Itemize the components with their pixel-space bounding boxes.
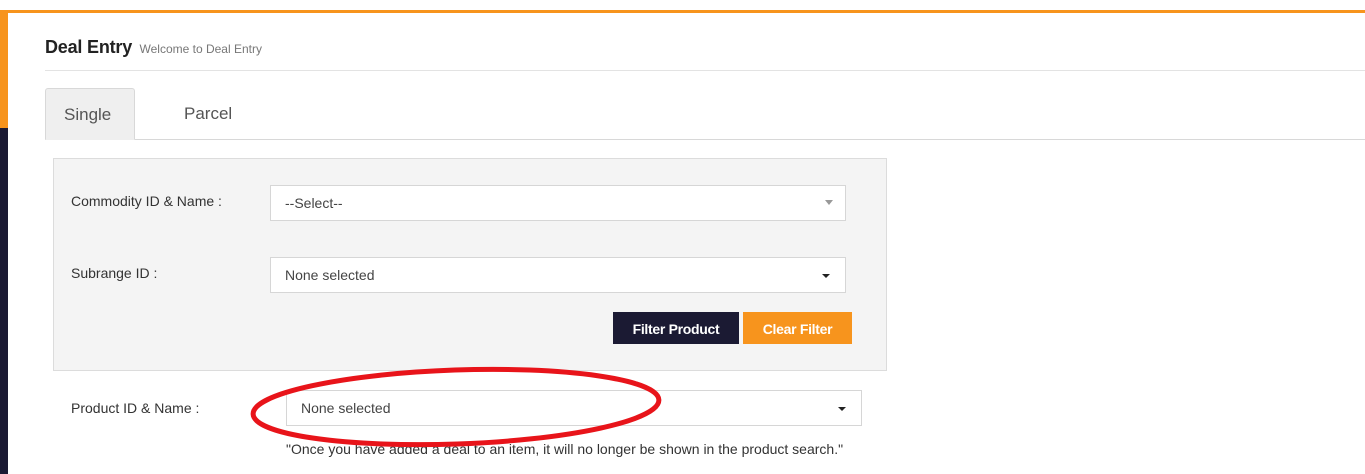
subrange-select[interactable]: None selected — [270, 257, 846, 293]
clear-filter-button[interactable]: Clear Filter — [743, 312, 852, 344]
tab-single[interactable]: Single — [45, 88, 135, 140]
red-ellipse-annotation — [250, 366, 662, 448]
commodity-select[interactable]: --Select-- — [270, 185, 846, 221]
commodity-select-value: --Select-- — [285, 195, 343, 211]
header-divider — [45, 70, 1365, 71]
top-accent-bar — [0, 0, 1365, 13]
page-title: Deal Entry — [45, 37, 133, 57]
subrange-select-value: None selected — [285, 267, 375, 283]
product-label: Product ID & Name : — [71, 400, 200, 416]
commodity-label: Commodity ID & Name : — [71, 193, 222, 209]
subrange-label: Subrange ID : — [71, 265, 158, 281]
left-sidebar-strip — [0, 13, 11, 474]
chevron-down-icon — [825, 200, 833, 205]
page-header: Deal Entry Welcome to Deal Entry — [45, 37, 262, 67]
tab-parcel[interactable]: Parcel — [166, 88, 232, 139]
page-subtitle: Welcome to Deal Entry — [139, 42, 263, 56]
caret-down-icon — [838, 407, 846, 411]
filter-product-button[interactable]: Filter Product — [613, 312, 739, 344]
caret-down-icon — [822, 274, 830, 278]
tab-bar: Single Parcel — [45, 88, 1365, 140]
